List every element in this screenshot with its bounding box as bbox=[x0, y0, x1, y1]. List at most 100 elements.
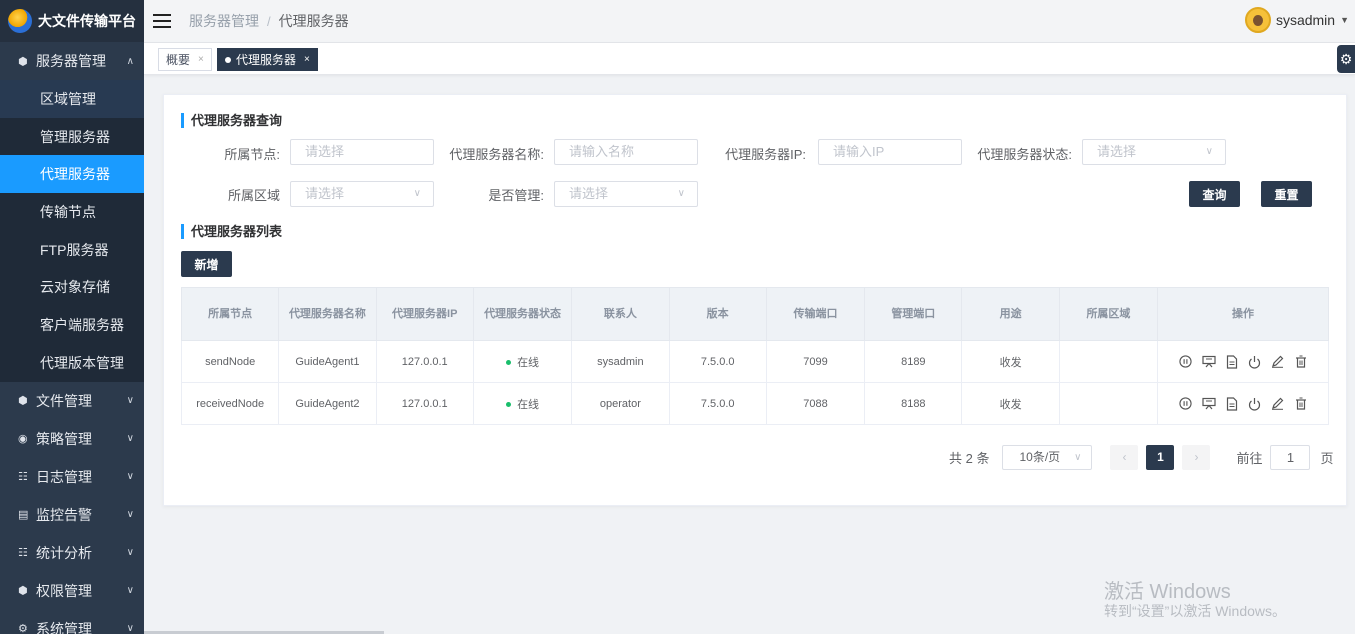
name-label: 代理服务器名称: bbox=[449, 147, 544, 162]
chevron-down-icon: ∨ bbox=[126, 509, 134, 520]
sidebar-item-agent-version[interactable]: 代理版本管理 bbox=[0, 343, 144, 382]
name-input[interactable]: 请输入名称 bbox=[554, 139, 698, 165]
power-icon[interactable] bbox=[1248, 355, 1262, 369]
tabs-bar: 概要 × 代理服务器 × ⚙ bbox=[144, 43, 1355, 75]
menu-group-label: 权限管理 bbox=[36, 582, 92, 599]
sidebar: 大文件传输平台 ⬢ 服务器管理 ∧ 区域管理 管理服务器 代理服务器 传输节点 … bbox=[0, 0, 144, 634]
menu-group-server-management[interactable]: ⬢ 服务器管理 ∧ bbox=[0, 42, 144, 80]
search-button[interactable]: 查询 bbox=[1189, 181, 1240, 207]
sidebar-item-label: 区域管理 bbox=[40, 90, 96, 107]
chevron-down-icon: ∨ bbox=[126, 433, 134, 444]
menu-group-monitor-alarm[interactable]: ▤ 监控告警 ∨ bbox=[0, 496, 144, 534]
delete-icon[interactable] bbox=[1294, 397, 1308, 411]
chevron-down-icon: ∨ bbox=[1074, 451, 1082, 463]
document-icon[interactable] bbox=[1225, 396, 1239, 411]
menu-group-label: 策略管理 bbox=[36, 430, 92, 447]
sidebar-item-label: 代理版本管理 bbox=[40, 354, 124, 371]
menu-group-permission[interactable]: ⬢ 权限管理 ∨ bbox=[0, 572, 144, 610]
edit-icon[interactable] bbox=[1271, 355, 1285, 369]
tab-overview[interactable]: 概要 × bbox=[158, 48, 212, 71]
list-section-title: 代理服务器列表 bbox=[181, 224, 282, 239]
prev-page-button[interactable]: ‹ bbox=[1110, 444, 1139, 470]
column-header: 所属区域 bbox=[1058, 287, 1159, 341]
node-placeholder: 请选择 bbox=[305, 144, 345, 159]
region-select[interactable]: 请选择 ∨ bbox=[290, 181, 434, 207]
cube-icon: ⬢ bbox=[18, 55, 28, 68]
sidebar-item-region-management[interactable]: 区域管理 bbox=[0, 80, 144, 118]
node-select[interactable]: 请选择 bbox=[290, 139, 434, 165]
document-icon[interactable] bbox=[1225, 354, 1239, 369]
goto-page-input[interactable]: 1 bbox=[1270, 444, 1311, 470]
chevron-down-icon: ∨ bbox=[126, 623, 134, 634]
menu-group-label: 日志管理 bbox=[36, 468, 92, 485]
status-placeholder: 请选择 bbox=[1097, 144, 1137, 159]
pause-icon[interactable] bbox=[1179, 397, 1193, 411]
app-logo[interactable]: 大文件传输平台 bbox=[0, 0, 144, 42]
cell-name: GuideAgent1 bbox=[278, 340, 377, 383]
chevron-down-icon: ∨ bbox=[126, 395, 134, 406]
settings-gear-icon[interactable]: ⚙ bbox=[1337, 45, 1355, 73]
gear-icon: ⚙ bbox=[18, 623, 28, 634]
reset-button[interactable]: 重置 bbox=[1261, 181, 1312, 207]
tab-label: 概要 bbox=[166, 53, 191, 67]
status-text: 在线 bbox=[517, 398, 540, 411]
ip-input[interactable]: 请输入IP bbox=[818, 139, 962, 165]
table-row: receivedNode GuideAgent2 127.0.0.1 在线 op… bbox=[180, 382, 1329, 425]
sidebar-item-ftp-server[interactable]: FTP服务器 bbox=[0, 230, 144, 269]
sidebar-item-proxy-server[interactable]: 代理服务器 bbox=[0, 155, 144, 194]
delete-icon[interactable] bbox=[1294, 355, 1308, 369]
power-icon[interactable] bbox=[1248, 397, 1262, 411]
page-size-select[interactable]: 10条/页 ∨ bbox=[1002, 444, 1093, 470]
menu-group-policy-management[interactable]: ◉ 策略管理 ∨ bbox=[0, 420, 144, 458]
status-text: 在线 bbox=[517, 356, 540, 369]
sidebar-item-label: 云对象存储 bbox=[40, 279, 110, 296]
monitor-icon[interactable] bbox=[1201, 355, 1216, 369]
column-header: 传输端口 bbox=[765, 287, 866, 341]
table-row: sendNode GuideAgent1 127.0.0.1 在线 sysadm… bbox=[180, 340, 1329, 383]
cell-status: 在线 bbox=[473, 382, 573, 425]
ip-label: 代理服务器IP: bbox=[725, 147, 806, 162]
add-button[interactable]: 新增 bbox=[181, 251, 232, 277]
sidebar-item-transfer-node[interactable]: 传输节点 bbox=[0, 193, 144, 231]
breadcrumb-parent[interactable]: 服务器管理 bbox=[189, 11, 259, 31]
monitor-icon[interactable] bbox=[1201, 397, 1216, 411]
managed-select[interactable]: 请选择 ∨ bbox=[554, 181, 698, 207]
pagination: 共 2 条 10条/页 ∨ ‹ 1 › 前往 1 页 bbox=[949, 444, 1334, 470]
page-suffix: 页 bbox=[1320, 450, 1334, 466]
chevron-down-icon: ∨ bbox=[126, 471, 134, 482]
sidebar-item-client-server[interactable]: 客户端服务器 bbox=[0, 306, 144, 344]
sidebar-item-label: 传输节点 bbox=[40, 203, 96, 220]
close-icon[interactable]: × bbox=[198, 54, 204, 65]
chevron-up-icon: ∧ bbox=[126, 55, 134, 67]
column-header: 代理服务器名称 bbox=[278, 287, 377, 341]
current-page-button[interactable]: 1 bbox=[1146, 444, 1175, 470]
cell-transfer-port: 7088 bbox=[766, 382, 866, 425]
edit-icon[interactable] bbox=[1271, 397, 1285, 411]
caret-down-icon: ▼ bbox=[1340, 15, 1349, 25]
cell-usage: 收发 bbox=[961, 340, 1060, 383]
windows-activation-subtitle: 转到“设置”以激活 Windows。 bbox=[1104, 603, 1287, 619]
menu-group-statistics[interactable]: ☷ 统计分析 ∨ bbox=[0, 534, 144, 572]
menu-group-file-management[interactable]: ⬢ 文件管理 ∨ bbox=[0, 382, 144, 420]
status-select[interactable]: 请选择 ∨ bbox=[1082, 139, 1226, 165]
next-page-button[interactable]: › bbox=[1182, 444, 1211, 470]
tab-proxy-server[interactable]: 代理服务器 × bbox=[217, 48, 318, 71]
cell-ip: 127.0.0.1 bbox=[376, 340, 474, 383]
user-menu[interactable]: sysadmin ▼ bbox=[1244, 7, 1349, 33]
breadcrumb-separator: / bbox=[267, 13, 271, 29]
menu-group-log-management[interactable]: ☷ 日志管理 ∨ bbox=[0, 458, 144, 496]
sidebar-item-cloud-storage[interactable]: 云对象存储 bbox=[0, 268, 144, 307]
pause-icon[interactable] bbox=[1179, 355, 1193, 369]
menu-group-system[interactable]: ⚙ 系统管理 ∨ bbox=[0, 610, 144, 634]
status-dot-icon bbox=[506, 360, 512, 366]
total-count: 共 2 条 bbox=[949, 450, 990, 466]
hamburger-menu-icon[interactable] bbox=[153, 14, 171, 28]
query-section-title: 代理服务器查询 bbox=[181, 113, 282, 128]
sidebar-item-management-server[interactable]: 管理服务器 bbox=[0, 117, 144, 156]
column-header: 管理端口 bbox=[864, 287, 963, 341]
ip-placeholder: 请输入IP bbox=[833, 144, 885, 159]
sidebar-item-label: 代理服务器 bbox=[40, 166, 110, 183]
close-icon[interactable]: × bbox=[304, 54, 310, 65]
sidebar-item-label: 客户端服务器 bbox=[40, 316, 124, 333]
avatar bbox=[1244, 7, 1271, 33]
